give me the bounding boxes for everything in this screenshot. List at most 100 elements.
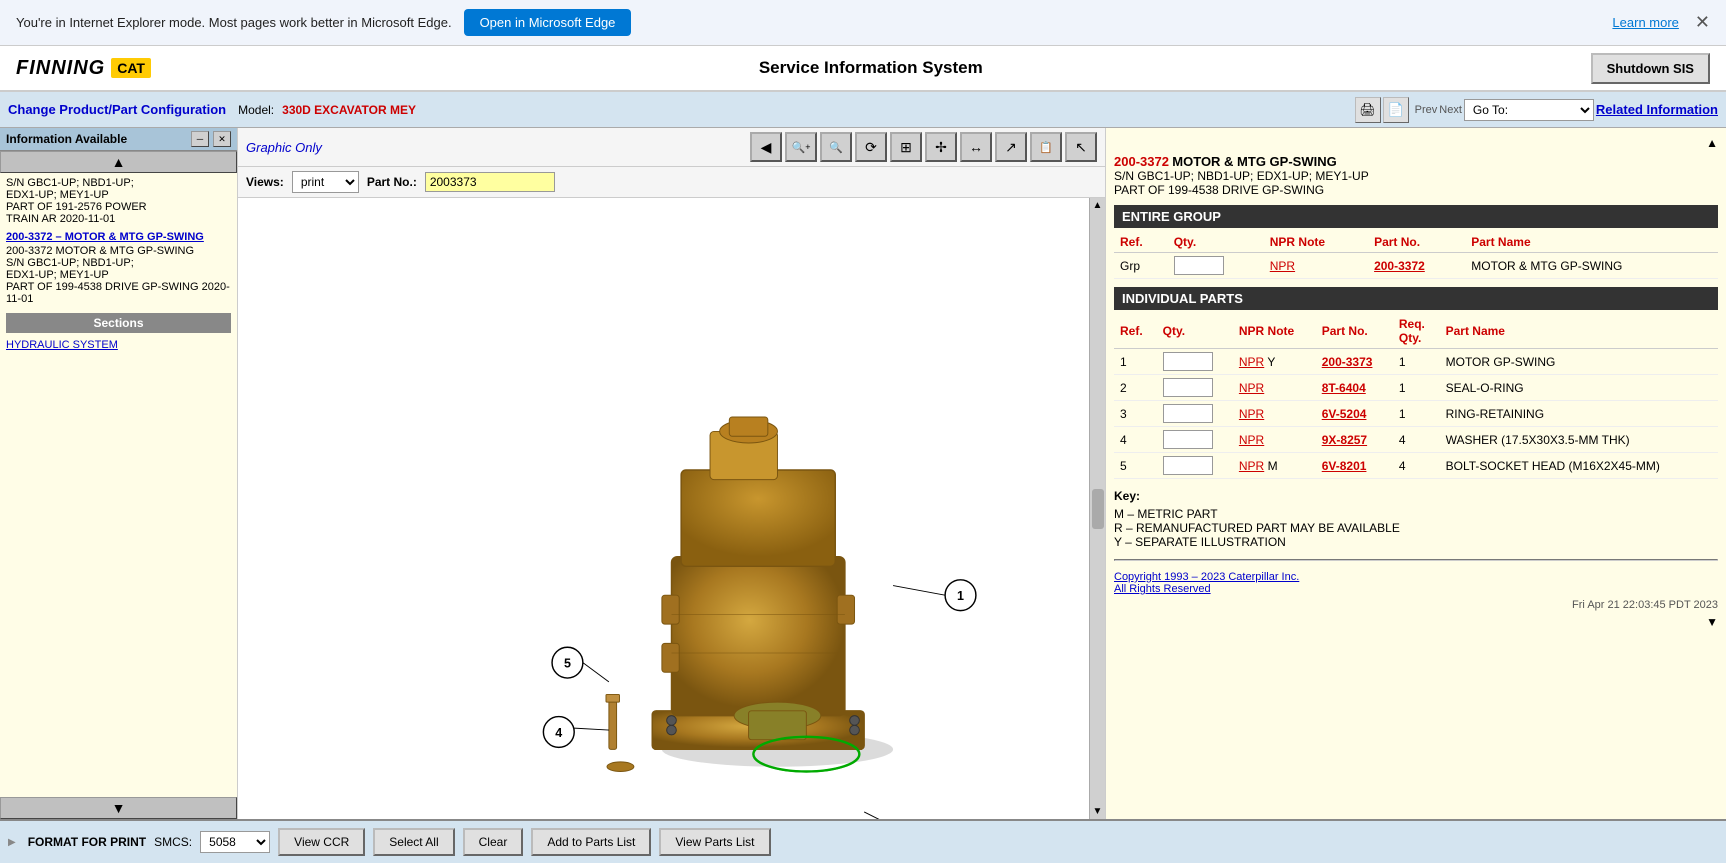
views-row: Views: print screen Part No.: (238, 167, 1105, 198)
shutdown-button[interactable]: Shutdown SIS (1591, 53, 1710, 84)
info-panel: ▲ 200-3372 MOTOR & MTG GP-SWING S/N GBC1… (1106, 128, 1726, 819)
row-reqqty: 4 (1393, 427, 1440, 453)
part-illustration: 1 2 3 4 5 (238, 198, 1105, 819)
main-layout: Information Available ─ ✕ ▲ S/N GBC1-UP;… (0, 128, 1726, 819)
row-partname: SEAL-O-RING (1440, 375, 1718, 401)
part-no-link[interactable]: 9X-8257 (1322, 433, 1367, 447)
select-icon[interactable]: ↗ (995, 132, 1027, 162)
key-line-r: R – REMANUFACTURED PART MAY BE AVAILABLE (1114, 521, 1718, 535)
smcs-select[interactable]: 5058 (200, 831, 270, 853)
row-qty (1168, 253, 1264, 279)
row-npr: NPR (1233, 427, 1316, 453)
cursor-icon[interactable]: ↖ (1065, 132, 1097, 162)
views-label: Views: (246, 175, 284, 189)
qty-input[interactable] (1163, 378, 1213, 397)
zoom-in-icon[interactable]: 🔍+ (785, 132, 817, 162)
npr-link[interactable]: NPR (1270, 259, 1295, 273)
copyright-link[interactable]: Copyright 1993 – 2023 Caterpillar Inc.Al… (1114, 571, 1299, 595)
select-all-button[interactable]: Select All (373, 828, 454, 856)
sidebar: Information Available ─ ✕ ▲ S/N GBC1-UP;… (0, 128, 238, 819)
copyright: Copyright 1993 – 2023 Caterpillar Inc.Al… (1114, 571, 1718, 595)
qty-input[interactable] (1163, 430, 1213, 449)
view-parts-button[interactable]: View Parts List (659, 828, 770, 856)
row-partname: WASHER (17.5X30X3.5-MM THK) (1440, 427, 1718, 453)
table-row: 2 NPR 8T-6404 1 SEAL-O-RING (1114, 375, 1718, 401)
info-panel-scroll-down[interactable]: ▼ (1114, 615, 1718, 629)
nav-icons: 🖨 📄 Prev Next Go To: Related Information (1355, 97, 1718, 123)
part-no-link[interactable]: 6V-8201 (1322, 459, 1367, 473)
sidebar-scroll-down[interactable]: ▼ (0, 797, 237, 819)
sidebar-close-button[interactable]: ✕ (213, 131, 231, 147)
sidebar-scroll-up[interactable]: ▲ (0, 151, 237, 173)
sidebar-sn-text: S/N GBC1-UP; NBD1-UP;EDX1-UP; MEY1-UPPAR… (6, 177, 231, 225)
row-partname: BOLT-SOCKET HEAD (M16X2X45-MM) (1440, 453, 1718, 479)
sidebar-part-link[interactable]: 200-3372 – MOTOR & MTG GP-SWING (6, 231, 231, 243)
scroll-thumb[interactable] (1092, 489, 1104, 529)
goto-select[interactable]: Go To: (1464, 99, 1594, 121)
col-qty: Qty. (1168, 232, 1264, 253)
pan-icon[interactable]: ✢ (925, 132, 957, 162)
format-label: FORMAT FOR PRINT (28, 835, 146, 849)
qty-input[interactable] (1163, 352, 1213, 371)
next-button[interactable]: Next (1439, 104, 1462, 116)
ie-mode-bar: You're in Internet Explorer mode. Most p… (0, 0, 1726, 46)
partno-label: Part No.: (367, 175, 417, 189)
header-title: Service Information System (759, 58, 983, 78)
add-to-parts-button[interactable]: Add to Parts List (531, 828, 651, 856)
back-icon[interactable]: ◀ (750, 132, 782, 162)
key-section: Key: M – METRIC PART R – REMANUFACTURED … (1114, 489, 1718, 549)
row-partname: MOTOR GP-SWING (1440, 349, 1718, 375)
zoom-out-icon[interactable]: 🔍 (820, 132, 852, 162)
row-partno: 200-3373 (1316, 349, 1393, 375)
partno-input[interactable] (425, 172, 555, 192)
individual-parts-table: Ref. Qty. NPR Note Part No. Req.Qty. Par… (1114, 314, 1718, 479)
part-no-link[interactable]: 200-3372 (1374, 259, 1425, 273)
row-partno: 8T-6404 (1316, 375, 1393, 401)
part-number: 200-3372 (1114, 154, 1169, 169)
npr-link[interactable]: NPR (1239, 407, 1264, 421)
npr-link[interactable]: NPR (1239, 459, 1264, 473)
key-label: Key: (1114, 489, 1718, 503)
related-information-link[interactable]: Related Information (1596, 102, 1718, 117)
part-no-link[interactable]: 6V-5204 (1322, 407, 1367, 421)
part-no-link[interactable]: 200-3373 (1322, 355, 1373, 369)
row-ref: Grp (1114, 253, 1168, 279)
row-partno: 6V-5204 (1316, 401, 1393, 427)
part-sn: S/N GBC1-UP; NBD1-UP; EDX1-UP; MEY1-UP (1114, 169, 1718, 183)
sidebar-header: Information Available ─ ✕ (0, 128, 237, 151)
qty-input[interactable] (1163, 404, 1213, 423)
clear-button[interactable]: Clear (463, 828, 524, 856)
measure-icon[interactable]: ↔ (960, 132, 992, 162)
entire-group-table: Ref. Qty. NPR Note Part No. Part Name Gr… (1114, 232, 1718, 279)
logo: FINNING CAT (16, 57, 151, 80)
scroll-down-arrow[interactable]: ▼ (1091, 804, 1105, 819)
npr-link[interactable]: NPR (1239, 381, 1264, 395)
print-icon[interactable]: 🖨 (1355, 97, 1381, 123)
qty-input[interactable] (1163, 456, 1213, 475)
prev-button[interactable]: Prev (1415, 104, 1438, 116)
open-edge-button[interactable]: Open in Microsoft Edge (464, 9, 632, 36)
npr-link[interactable]: NPR (1239, 433, 1264, 447)
view-ccr-button[interactable]: View CCR (278, 828, 365, 856)
qty-input[interactable] (1174, 256, 1224, 275)
views-select[interactable]: print screen (292, 171, 359, 193)
col-reqqty: Req.Qty. (1393, 314, 1440, 349)
col-partname: Part Name (1465, 232, 1718, 253)
learn-more-link[interactable]: Learn more (1612, 15, 1678, 30)
sidebar-header-icons: ─ ✕ (191, 131, 231, 147)
zoom-fit-icon[interactable]: ⊞ (890, 132, 922, 162)
row-npr: NPR (1233, 375, 1316, 401)
scroll-up-arrow[interactable]: ▲ (1091, 198, 1105, 213)
sidebar-minimize-button[interactable]: ─ (191, 131, 209, 147)
col-partno: Part No. (1368, 232, 1465, 253)
part-no-link[interactable]: 8T-6404 (1322, 381, 1366, 395)
npr-link[interactable]: NPR (1239, 355, 1264, 369)
rotate-icon[interactable]: ⟳ (855, 132, 887, 162)
close-ie-button[interactable]: ✕ (1695, 12, 1710, 33)
row-qty (1157, 453, 1233, 479)
info-panel-scroll-up[interactable]: ▲ (1114, 136, 1718, 150)
bookmark-icon[interactable]: 📄 (1383, 97, 1409, 123)
sidebar-hydraulic-link[interactable]: HYDRAULIC SYSTEM (6, 339, 231, 351)
export-icon[interactable]: 📋 (1030, 132, 1062, 162)
graphic-scrollbar[interactable]: ▲ ▼ (1089, 198, 1105, 819)
